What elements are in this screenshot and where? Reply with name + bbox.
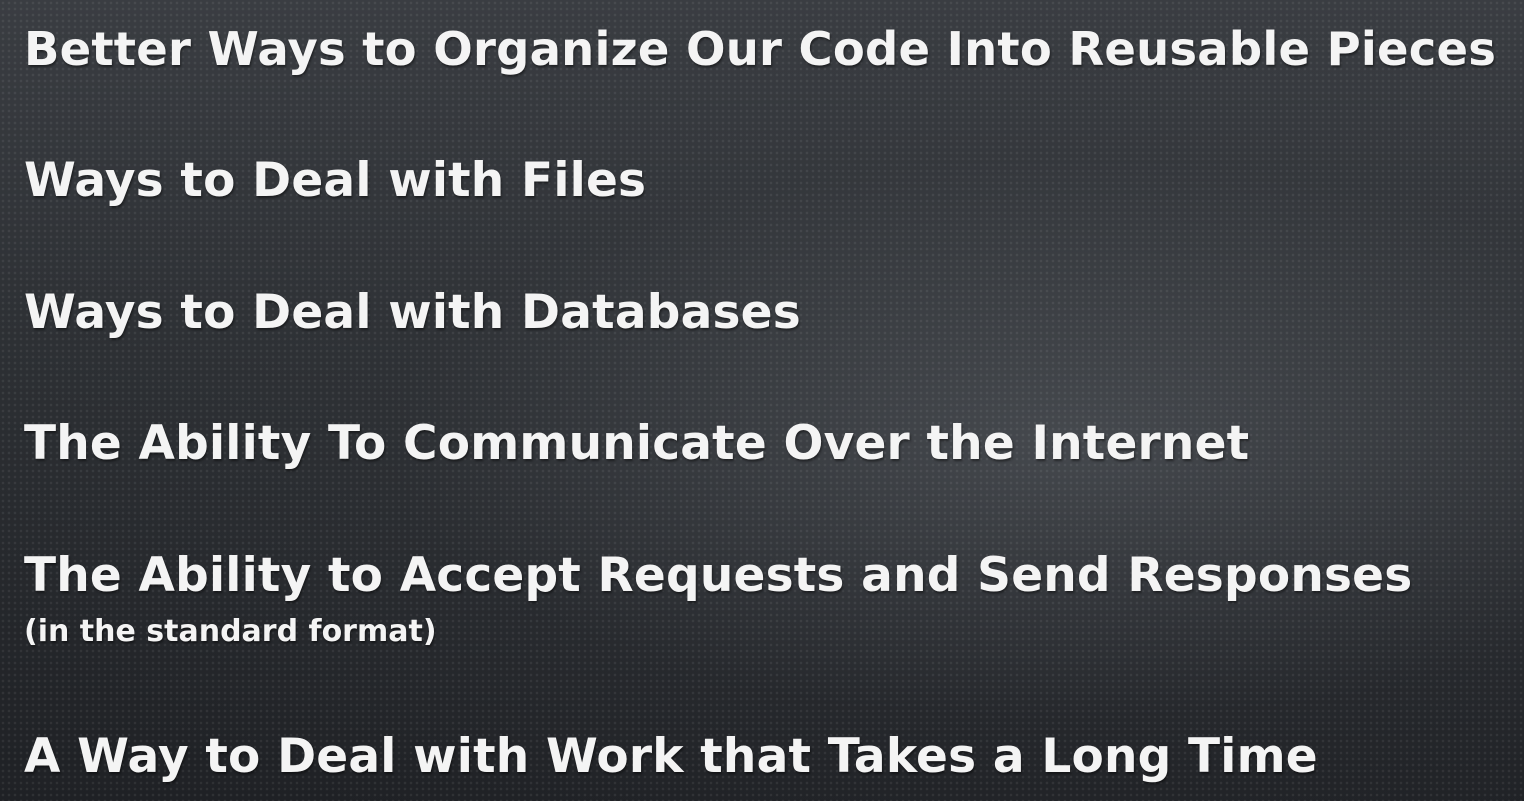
bullet-organize-code: Better Ways to Organize Our Code Into Re…	[24, 22, 1497, 76]
bullet-internet: The Ability To Communicate Over the Inte…	[24, 416, 1250, 471]
bullet-files: Ways to Deal with Files	[24, 153, 647, 208]
bullet-requests-note: (in the standard format)	[24, 614, 437, 649]
bullet-databases: Ways to Deal with Databases	[24, 285, 801, 340]
bullet-requests-responses: The Ability to Accept Requests and Send …	[24, 548, 1413, 603]
bullet-long-work: A Way to Deal with Work that Takes a Lon…	[24, 729, 1318, 784]
slide: Better Ways to Organize Our Code Into Re…	[0, 0, 1524, 801]
